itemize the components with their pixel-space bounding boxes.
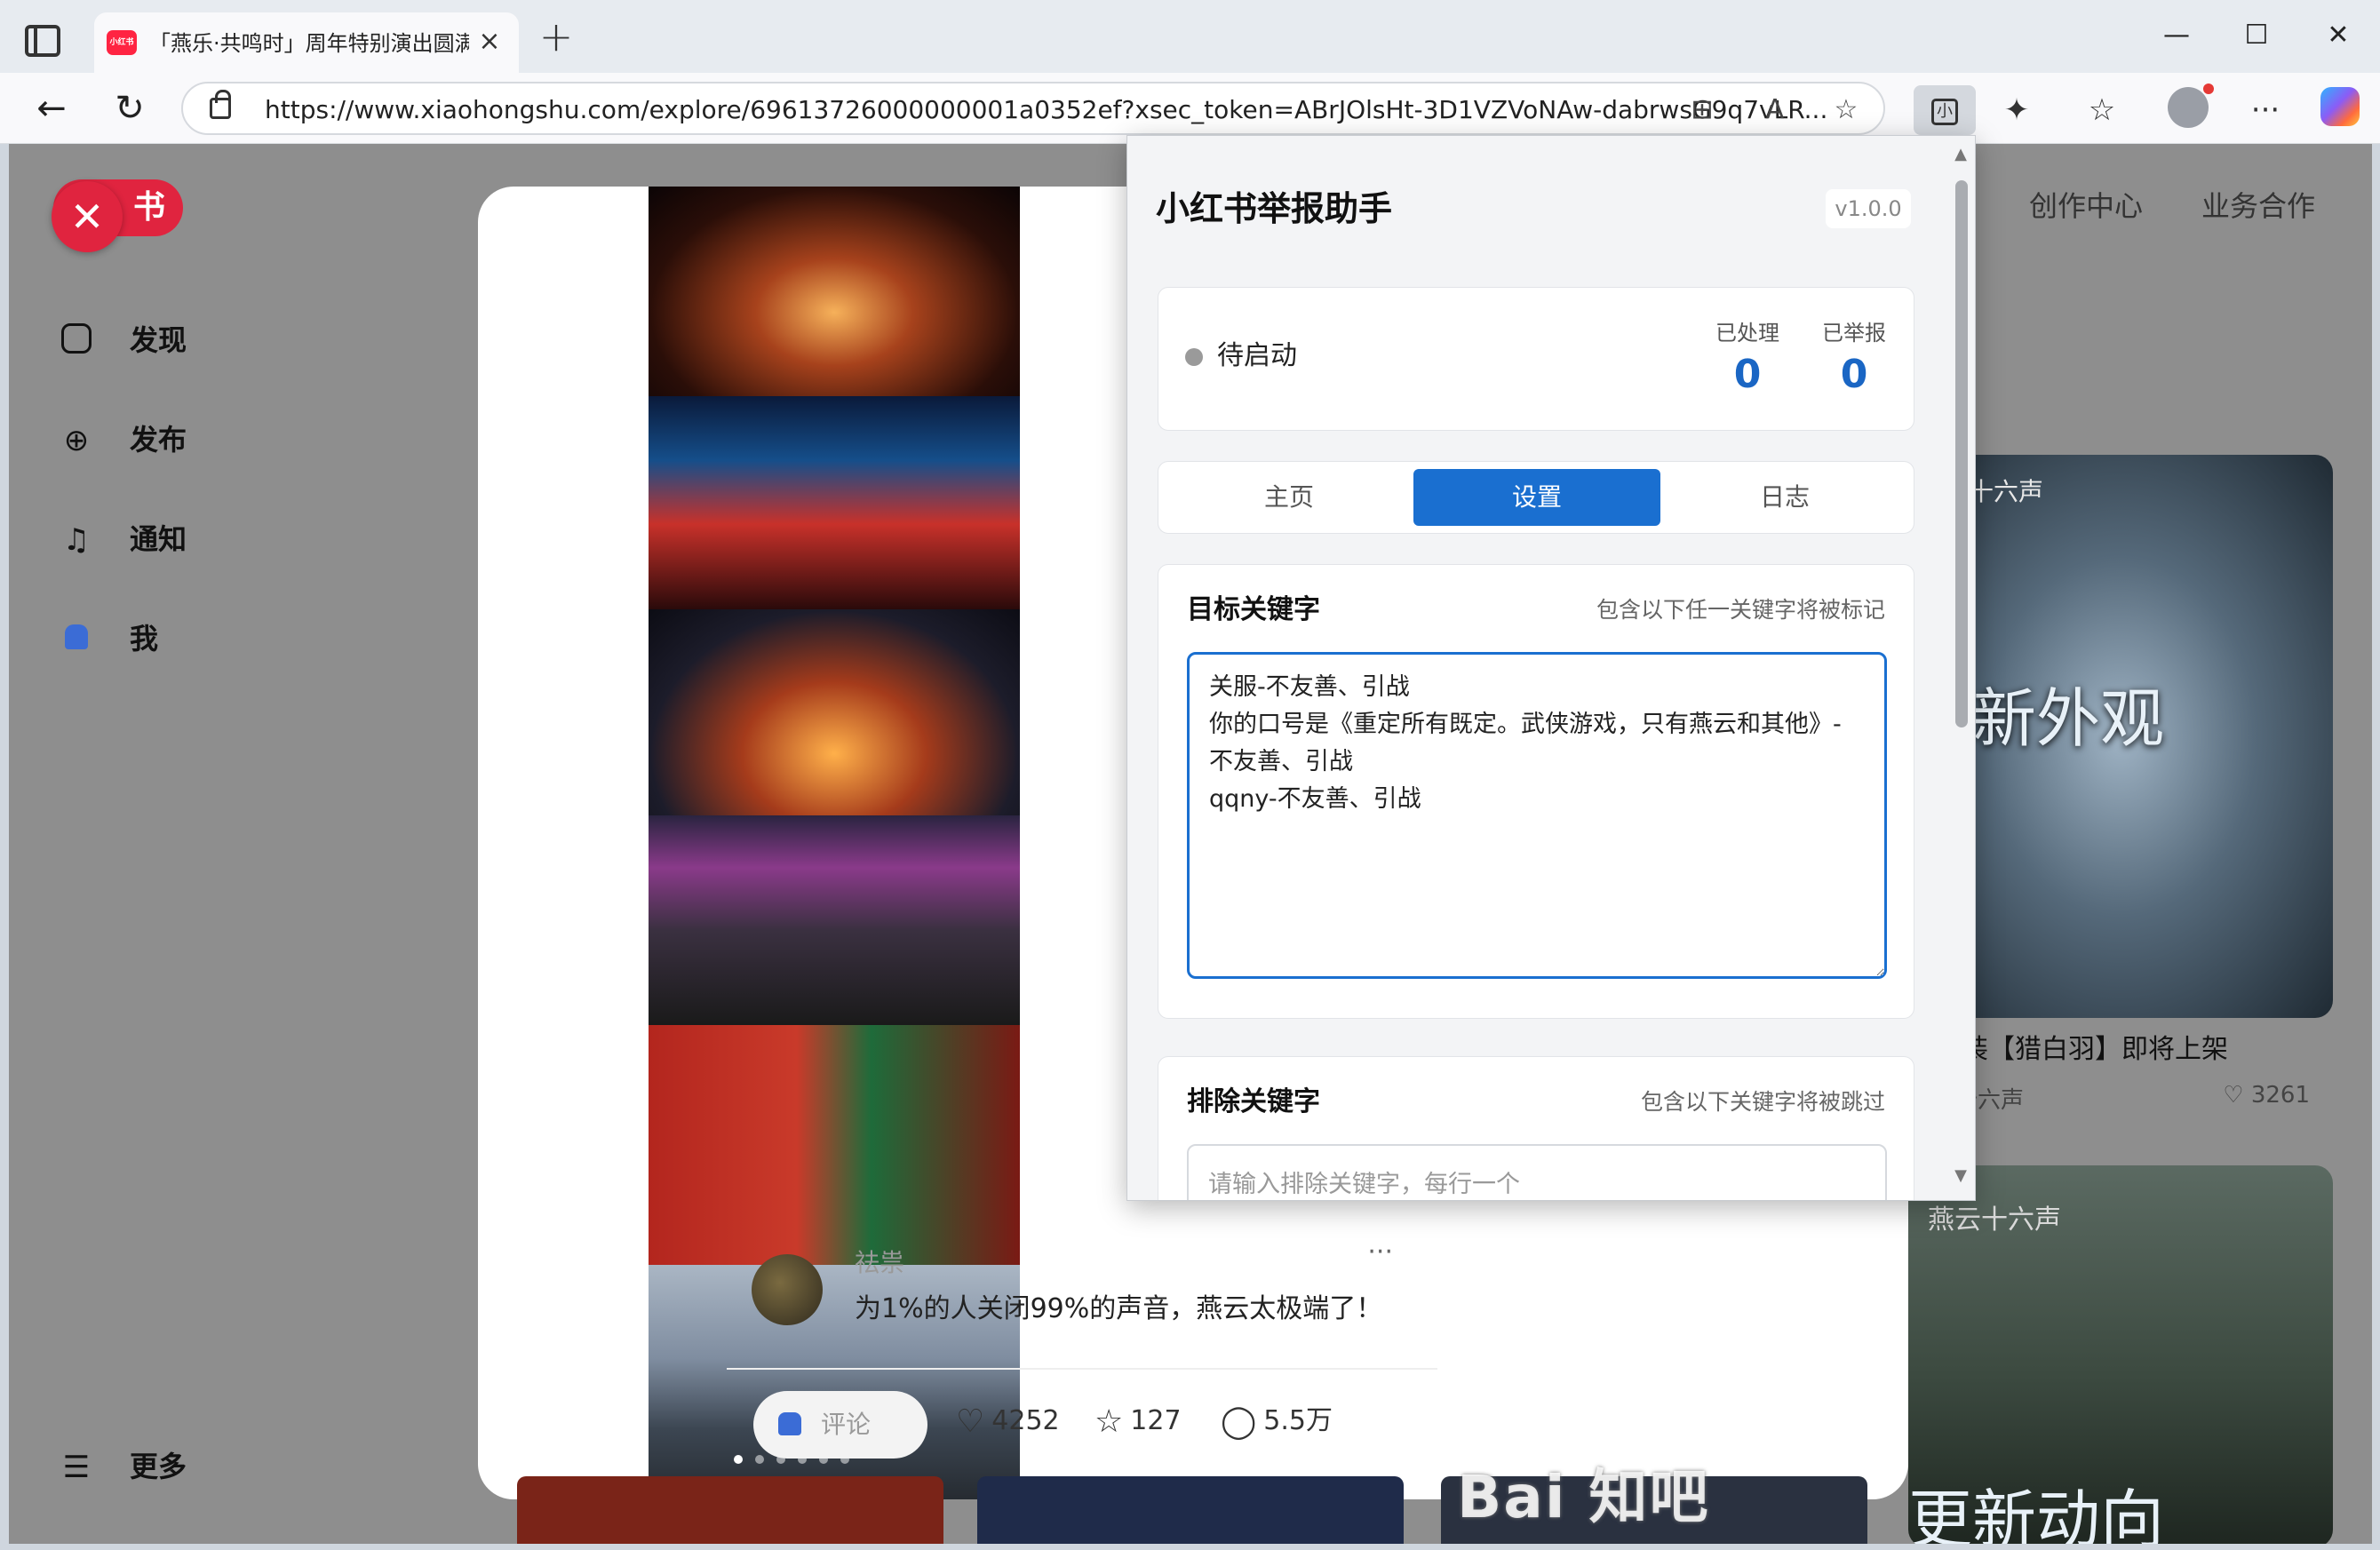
close-note-button[interactable]: ✕ [52,181,123,252]
sidebar-item-publish[interactable]: ⊕ 发布 [59,414,236,464]
target-keywords-textarea[interactable] [1187,652,1887,979]
stage-photo-5 [649,1025,1020,1265]
minimize-button[interactable]: — [2150,16,2203,55]
target-keywords-title: 目标关键字 [1187,594,1320,625]
like-button[interactable]: ♡ 4252 [956,1400,1060,1443]
processed-count: 0 [1733,352,1762,397]
exclude-keywords-card: 排除关键字 包含以下关键字将被跳过 [1158,1056,1914,1200]
report-helper-popup: 小红书举报助手 v1.0.0 待启动 已处理 0 已举报 0 主页 设置 日志 … [1126,135,1976,1201]
scroll-down-icon: ▼ [1954,1166,1967,1185]
feed-card-likes[interactable]: ♡ 3261 [2223,1082,2310,1109]
report-helper-extension-icon[interactable]: 小 [1914,85,1976,135]
tab-title: 「燕乐·共鸣时」周年特别演出圆满 [149,31,469,56]
stage-photo-4 [649,815,1020,1025]
favorite-star-icon[interactable]: ☆ [1828,94,1864,126]
feed-card-bottom-1[interactable] [517,1476,943,1544]
comment-bubble-icon: ◯ [1221,1403,1257,1440]
feed-card-image-2[interactable]: 燕云十六声 更新动向 [1908,1165,2333,1544]
exclude-keywords-title: 排除关键字 [1187,1086,1320,1117]
profile-avatar[interactable] [2168,83,2214,128]
target-keywords-card: 目标关键字 包含以下任一关键字将被标记 [1158,564,1914,1019]
comment-item: 祛祟 为1%的人关闭99%的声音，燕云太极端了！ ··· [727,1236,1437,1361]
sidebar-item-discover[interactable]: 发现 [59,314,236,364]
new-tab-button[interactable]: + [537,16,576,57]
app-available-icon[interactable]: ⊞ [1684,94,1720,126]
note-action-bar: 评论 ♡ 4252 ☆ 127 ◯ 5.5万 [727,1387,1437,1459]
version-badge: v1.0.0 [1826,189,1911,228]
card-image-text: 更新动向 [1908,1482,2165,1544]
target-keywords-hint: 包含以下任一关键字将被标记 [1596,597,1885,623]
commenter-avatar[interactable] [752,1254,823,1325]
read-aloud-icon[interactable]: A [1757,94,1793,126]
stage-photo-3 [649,609,1020,815]
sidebar-item-me[interactable]: 我 [59,613,236,663]
stage-photo-1 [649,187,1020,396]
sidebar-toggle-icon[interactable] [25,25,60,57]
tab-logs[interactable]: 日志 [1661,469,1908,526]
tab-home[interactable]: 主页 [1166,469,1413,526]
popup-scrollbar[interactable]: ▲ ▼ [1948,145,1973,1193]
star-icon: ☆ [1094,1403,1124,1440]
status-indicator-icon [1185,348,1203,366]
user-bag-icon [59,622,94,657]
tab-settings[interactable]: 设置 [1413,469,1660,526]
status-card: 待启动 已处理 0 已举报 0 [1158,287,1914,431]
address-bar[interactable]: https://www.xiaohongshu.com/explore/6961… [181,82,1885,135]
comment-input[interactable]: 评论 [753,1391,927,1459]
tab-strip: 小红书 「燕乐·共鸣时」周年特别演出圆满 × + — ☐ ✕ [0,0,2380,73]
copilot-icon[interactable] [2320,87,2360,126]
menu-icon: ☰ [62,1450,91,1485]
processed-label: 已处理 [1715,321,1779,346]
comment-text: 为1%的人关闭99%的声音，燕云太极端了！ [855,1293,1383,1324]
home-icon [59,323,94,359]
scroll-up-icon: ▲ [1954,145,1967,163]
stage-photo-2 [649,396,1020,609]
sidebar-item-notifications[interactable]: ♫ 通知 [59,513,236,563]
divider [727,1368,1437,1370]
business-link[interactable]: 业务合作 [2201,187,2315,226]
baidu-watermark: Bai 知吧 [1457,1463,1710,1531]
maximize-button[interactable]: ☐ [2230,16,2283,55]
exclude-keywords-input[interactable] [1187,1144,1887,1200]
feed-card-bottom-2[interactable] [977,1476,1404,1544]
reload-button[interactable]: ↻ [107,85,153,131]
collect-button[interactable]: ☆ 127 [1094,1400,1182,1443]
popup-tabs: 主页 设置 日志 [1158,461,1914,534]
commenter-name[interactable]: 祛祟 [855,1244,904,1279]
favorites-list-icon[interactable]: ☆ [2079,89,2125,131]
comments-button[interactable]: ◯ 5.5万 [1221,1400,1333,1443]
url-text[interactable]: https://www.xiaohongshu.com/explore/6961… [265,94,1828,126]
comment-more-icon[interactable]: ··· [1367,1236,1393,1268]
user-bag-icon [778,1412,801,1435]
browser-tab[interactable]: 小红书 「燕乐·共鸣时」周年特别演出圆满 × [94,12,519,73]
scroll-thumb [1955,180,1968,727]
back-button[interactable]: ← [28,85,75,131]
heart-icon: ♡ [956,1403,985,1440]
exclude-keywords-hint: 包含以下关键字将被跳过 [1640,1089,1885,1115]
plus-square-icon: ⊕ [63,423,90,458]
popup-title: 小红书举报助手 [1156,189,1393,228]
lock-icon[interactable] [210,90,231,119]
window-close-button[interactable]: ✕ [2312,16,2365,55]
xiaohongshu-favicon-icon: 小红书 [107,30,137,55]
more-menu-icon[interactable]: ··· [2242,89,2288,131]
creator-center-link[interactable]: 创作中心 [2029,187,2143,226]
browser-toolbar: ← ↻ https://www.xiaohongshu.com/explore/… [0,73,2380,144]
reported-count: 0 [1840,352,1868,397]
extensions-puzzle-icon[interactable]: ✦ [1994,89,2040,131]
reported-label: 已举报 [1822,321,1886,346]
bell-icon: ♫ [62,522,91,558]
sidebar-item-more[interactable]: ☰ 更多 [59,1441,236,1490]
tab-close-icon[interactable]: × [474,27,505,57]
status-text: 待启动 [1217,340,1297,371]
